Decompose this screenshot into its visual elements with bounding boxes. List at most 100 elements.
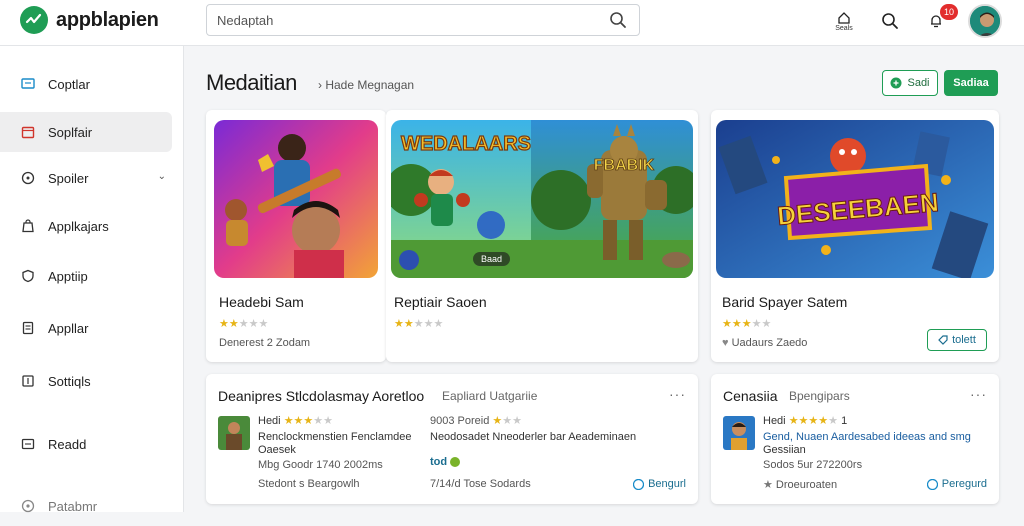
sidebar-item-label: Apptiip xyxy=(48,268,88,284)
item-label: Hedi xyxy=(258,415,281,427)
top-search-button[interactable] xyxy=(876,5,904,37)
item-meta: Mbg Goodr 1740 2002ms xyxy=(258,459,383,471)
card-action-button[interactable]: tolett xyxy=(927,329,987,351)
sadi-button-label: Sadi xyxy=(907,77,930,89)
notifications-button[interactable]: 10 xyxy=(922,4,958,37)
card-action-label: tolett xyxy=(952,334,976,346)
leaf-icon xyxy=(926,478,938,490)
search-icon[interactable] xyxy=(609,11,627,34)
item-desc: Gend, Nuaen Aardesabed ideeas and smg xyxy=(763,431,971,443)
notification-badge: 10 xyxy=(940,4,958,20)
item-label: 9003 Poreid xyxy=(430,415,490,427)
more-icon[interactable]: ··· xyxy=(970,386,987,402)
card-meta-text: Uadaurs Zaedo xyxy=(731,337,808,349)
plus-circle-icon xyxy=(890,77,902,89)
list-action-button[interactable]: Peregurd xyxy=(926,478,987,490)
card-meta: Denerest 2 Zodam xyxy=(219,337,311,349)
item-label: Hedi xyxy=(763,415,786,427)
sidebar-item-label: Coptlar xyxy=(48,76,90,92)
sidebar-item-apptiip[interactable]: Apptiip xyxy=(0,256,172,296)
rating-stars: ★★★★★ xyxy=(219,318,269,330)
rating-stars: ★★★★ xyxy=(788,415,829,427)
list-icon xyxy=(20,436,36,452)
logo-icon xyxy=(20,6,48,34)
game-image[interactable]: DESEEBAEN xyxy=(716,120,994,278)
settings-icon xyxy=(20,373,36,389)
rating-stars: ★★★★★ xyxy=(394,318,444,330)
thumbnail[interactable] xyxy=(723,416,755,450)
rating-stars: ★★★ xyxy=(283,415,314,427)
sadiaa-button[interactable]: Sadiaa xyxy=(944,70,998,96)
thumbnail[interactable] xyxy=(218,416,250,450)
card-title[interactable]: Barid Spayer Satem xyxy=(722,294,847,310)
list-action-label: Bengurl xyxy=(648,478,686,490)
document-icon xyxy=(20,320,36,336)
sidebar-item-readd[interactable]: Readd xyxy=(0,424,172,464)
image-chip: Baad xyxy=(473,252,511,266)
list-card-title[interactable]: Cenasiia xyxy=(723,388,777,404)
sidebar: Coptlar Soplfair Spoiler ⌄ Applkajars Ap… xyxy=(0,46,184,514)
sidebar-item-spoiler[interactable]: Spoiler ⌄ xyxy=(0,158,172,198)
top-bar: appblapien Nedaptah Seals 10 xyxy=(0,0,1024,46)
card-title[interactable]: Headebi Sam xyxy=(219,294,304,310)
list-row: Hedi ★★★★★ 1 xyxy=(763,415,848,427)
list-row: Hedi ★★★★★ xyxy=(258,415,334,427)
list-action-button[interactable]: Bengurl xyxy=(633,478,686,490)
sidebar-item-label: Sottiqls xyxy=(48,373,91,389)
list-card-subtitle: Bpengipars xyxy=(789,389,850,403)
monitor-icon xyxy=(20,76,36,92)
featured-card[interactable]: DESEEBAEN Barid Spayer Satem ★★★★★ ♥ Uad… xyxy=(711,110,999,362)
item-desc: Neodosadet Nneoderler bar Aeademinaen xyxy=(430,431,637,443)
chevron-down-icon[interactable]: ⌄ xyxy=(158,171,166,182)
card-meta: ♥ Uadaurs Zaedo xyxy=(722,337,807,349)
item-footer: Stedont s Beargowlh xyxy=(258,478,360,490)
bag-icon xyxy=(20,218,36,234)
search-icon xyxy=(882,13,898,29)
item-tag: tod xyxy=(430,456,461,468)
game-image[interactable]: WEDALAARS FBABIK Baad xyxy=(391,120,693,278)
sidebar-item-label: Readd xyxy=(48,436,87,452)
avatar[interactable] xyxy=(968,4,1002,38)
sidebar-item-patabmr[interactable]: Patabmr xyxy=(0,486,172,526)
sidebar-item-applkajars[interactable]: Applkajars xyxy=(0,206,172,246)
featured-card[interactable]: Headebi Sam ★★★★★ Denerest 2 Zodam xyxy=(206,110,386,362)
app-logo[interactable]: appblapien xyxy=(20,6,159,34)
sidebar-item-label: Soplfair xyxy=(48,124,93,140)
more-icon[interactable]: ··· xyxy=(669,386,686,402)
sidebar-item-label: Appllar xyxy=(48,320,89,336)
tag-icon xyxy=(938,335,948,345)
sidebar-item-coptlar[interactable]: Coptlar xyxy=(0,64,172,104)
item-footer: ★ Droeuroaten xyxy=(763,478,837,491)
featured-card[interactable]: WEDALAARS FBABIK Baad Reptiair Saoen ★★★… xyxy=(386,110,698,362)
search-value: Nedaptah xyxy=(217,13,274,28)
item-desc-2: Oaesek xyxy=(258,444,296,456)
search-input[interactable]: Nedaptah xyxy=(206,4,640,36)
coin-icon xyxy=(450,457,461,468)
clock-icon xyxy=(20,170,36,186)
rating-stars: ★★★★★ xyxy=(722,318,772,330)
sidebar-item-appllar[interactable]: Appllar xyxy=(0,308,172,348)
sidebar-item-label: Patabmr xyxy=(48,498,98,514)
list-card: Deanipres Stlcdolasmay Aoretloo Eapliard… xyxy=(206,374,698,504)
home-label: Seals xyxy=(835,24,853,32)
sidebar-item-sottiqls[interactable]: Sottiqls xyxy=(0,361,172,401)
sidebar-item-soplfair[interactable]: Soplfair xyxy=(0,112,172,152)
breadcrumb[interactable]: › Hade Megnagan xyxy=(318,78,414,92)
list-action-label: Peregurd xyxy=(941,478,987,490)
heart-icon: ♥ xyxy=(722,337,732,349)
app-name: appblapien xyxy=(56,8,159,31)
list-card-title[interactable]: Deanipres Stlcdolasmay Aoretloo xyxy=(218,388,424,404)
game-image[interactable] xyxy=(214,120,378,278)
game-logo-text: WEDALAARS xyxy=(401,133,531,155)
leaf-icon xyxy=(633,478,645,490)
top-icons: Seals 10 xyxy=(830,4,1002,38)
home-icon xyxy=(838,11,850,24)
calendar-icon xyxy=(20,124,36,140)
home-button[interactable]: Seals xyxy=(830,5,858,37)
item-footer: 7/14/d Tose Sodards xyxy=(430,478,531,490)
item-tag-label: tod xyxy=(430,456,448,468)
list-card: Cenasiia Bpengipars ··· Hedi ★★★★★ 1 Gen… xyxy=(711,374,999,504)
star-icon: ★ xyxy=(763,479,776,491)
sadi-button[interactable]: Sadi xyxy=(882,70,938,96)
card-title[interactable]: Reptiair Saoen xyxy=(394,294,487,310)
